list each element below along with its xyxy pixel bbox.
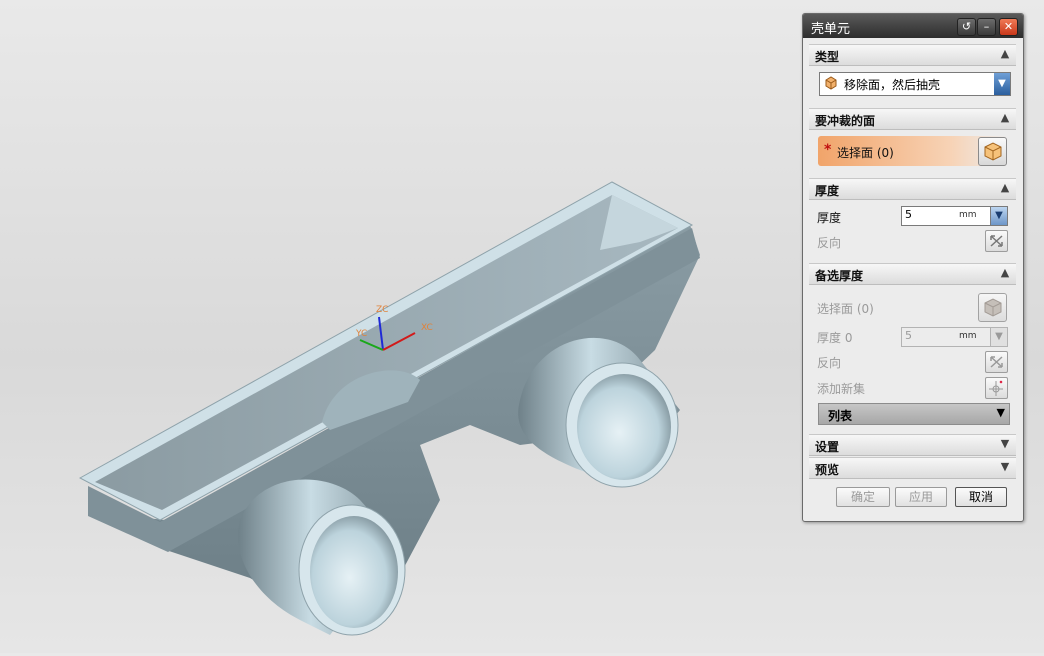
add-new-set-label: 添加新集 xyxy=(817,382,866,396)
shell-icon xyxy=(825,76,837,90)
cube-icon xyxy=(984,142,1002,161)
reverse-arrows-icon xyxy=(990,356,1003,368)
alt-thickness-value: 5 xyxy=(905,329,912,342)
close-icon[interactable]: ✕ xyxy=(999,18,1018,36)
thickness-input[interactable]: 5 mm xyxy=(901,206,995,226)
thickness-unit: mm xyxy=(959,210,977,220)
chevron-down-icon[interactable]: ▼ xyxy=(998,460,1012,474)
select-face-label: 选择面 (0) xyxy=(837,146,894,160)
dialog-title: 壳单元 xyxy=(811,22,851,37)
type-dropdown-value: 移除面，然后抽壳 xyxy=(844,78,941,92)
section-thickness-header[interactable]: 厚度 ▲ xyxy=(809,178,1016,200)
chevron-up-icon[interactable]: ▲ xyxy=(998,181,1012,195)
reverse-label: 反向 xyxy=(817,236,842,250)
select-face-button[interactable] xyxy=(978,137,1007,166)
alt-thickness-dropdown[interactable]: ▼ xyxy=(990,327,1008,347)
chevron-up-icon[interactable]: ▲ xyxy=(998,47,1012,61)
section-thickness-title: 厚度 xyxy=(815,184,840,198)
right-tube-hole xyxy=(577,374,671,480)
reset-icon[interactable]: ↺ xyxy=(957,18,976,36)
section-alt-thickness-header[interactable]: 备选厚度 ▲ xyxy=(809,263,1016,285)
alt-select-face-label: 选择面 (0) xyxy=(817,302,874,316)
alt-thickness-unit: mm xyxy=(959,331,977,341)
ok-button[interactable]: 确定 xyxy=(836,487,890,507)
type-dropdown[interactable]: 移除面，然后抽壳 ▼ xyxy=(819,72,1011,96)
section-faces-header[interactable]: 要冲裁的面 ▲ xyxy=(809,108,1016,130)
left-tube-hole xyxy=(310,516,398,628)
alt-select-face-button[interactable] xyxy=(978,293,1007,322)
chevron-up-icon[interactable]: ▲ xyxy=(998,111,1012,125)
alt-thickness-label: 厚度 0 xyxy=(817,331,853,345)
thickness-value: 5 xyxy=(905,208,912,221)
reverse-arrows-icon xyxy=(990,235,1003,247)
section-settings-title: 设置 xyxy=(815,440,840,454)
reverse-direction-button[interactable] xyxy=(985,230,1008,252)
section-preview-header[interactable]: 预览 ▼ xyxy=(809,457,1016,479)
alt-thickness-input[interactable]: 5 mm xyxy=(901,327,995,347)
thickness-dropdown[interactable]: ▼ xyxy=(990,206,1008,226)
alt-reverse-label: 反向 xyxy=(817,356,842,370)
section-alt-thickness-title: 备选厚度 xyxy=(815,269,864,283)
thickness-label: 厚度 xyxy=(817,211,842,225)
add-new-set-button[interactable] xyxy=(985,377,1008,399)
add-set-icon xyxy=(989,380,1003,396)
section-type-header[interactable]: 类型 ▲ xyxy=(809,44,1016,66)
chevron-down-icon[interactable]: ▼ xyxy=(998,437,1012,451)
section-preview-title: 预览 xyxy=(815,463,840,477)
list-label: 列表 xyxy=(828,409,853,423)
section-type-title: 类型 xyxy=(815,50,840,64)
dialog-titlebar[interactable]: 壳单元 ↺ – ✕ xyxy=(803,14,1023,38)
chevron-up-icon[interactable]: ▲ xyxy=(998,266,1012,280)
alt-reverse-direction-button[interactable] xyxy=(985,351,1008,373)
zc-axis-label: ZC xyxy=(376,305,388,315)
chevron-down-icon[interactable]: ▼ xyxy=(994,73,1010,95)
xc-axis-label: XC xyxy=(421,323,433,333)
minimize-icon[interactable]: – xyxy=(977,18,996,36)
apply-button[interactable]: 应用 xyxy=(895,487,947,507)
section-settings-header[interactable]: 设置 ▼ xyxy=(809,434,1016,456)
section-faces-title: 要冲裁的面 xyxy=(815,114,876,128)
required-marker: * xyxy=(824,142,832,158)
chevron-down-icon[interactable]: ▼ xyxy=(997,406,1005,419)
list-header[interactable]: 列表 ▼ xyxy=(818,403,1010,425)
shell-dialog: 壳单元 ↺ – ✕ 类型 ▲ 移除面，然后抽壳 ▼ 要冲裁的面 ▲ * 选择面 … xyxy=(802,13,1024,522)
cancel-button[interactable]: 取消 xyxy=(955,487,1007,507)
cube-icon xyxy=(984,298,1002,317)
yc-axis-label: YC xyxy=(355,329,367,339)
